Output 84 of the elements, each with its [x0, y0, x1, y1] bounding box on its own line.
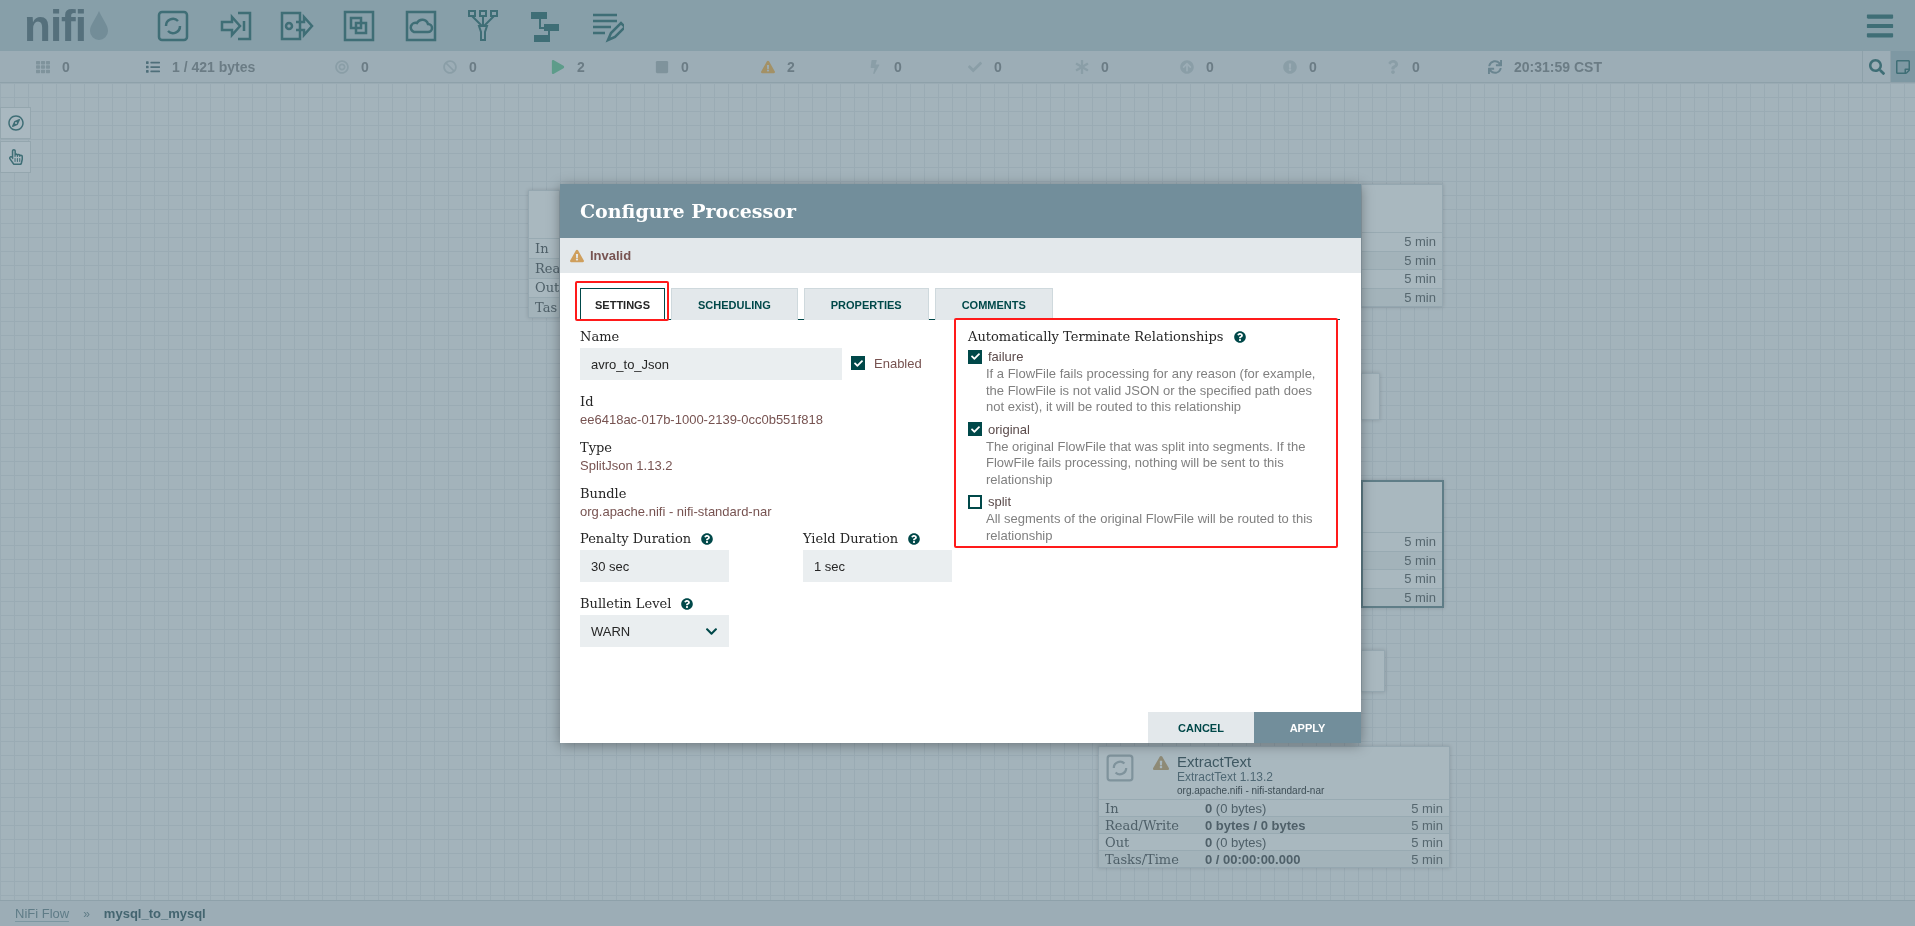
field-label: Penalty Duration	[580, 530, 692, 548]
cloud-frame-icon[interactable]	[404, 8, 438, 43]
stat-period: 5 min	[1411, 800, 1443, 816]
field-label: Id	[580, 393, 594, 411]
field-label: Bundle	[580, 485, 627, 503]
stat-label: In	[1105, 800, 1120, 816]
checkbox[interactable]	[968, 494, 982, 509]
processor-name: ExtractText	[1177, 753, 1253, 770]
input-field[interactable]: avro_to_Json	[580, 348, 842, 380]
stat-value: 0 / 00:00:00.000	[1205, 851, 1301, 867]
help-icon[interactable]	[908, 533, 921, 545]
stat-value: 0 (0 bytes)	[1205, 834, 1267, 850]
field-value: org.apache.nifi - nifi-standard-nar	[580, 503, 773, 520]
stat-period: 5 min	[1404, 534, 1436, 550]
warning-icon	[1153, 755, 1169, 771]
field-value: SplitJson 1.13.2	[580, 457, 674, 474]
dialog-title: Configure Processor	[580, 200, 796, 222]
stat-period: 5 min	[1404, 271, 1436, 287]
checkbox-label: Enabled	[874, 355, 922, 371]
search-icon	[1868, 58, 1885, 75]
tab[interactable]: COMMENTS	[934, 288, 1053, 320]
compass-button[interactable]	[0, 107, 31, 139]
stop-icon	[655, 59, 669, 74]
refresh-icon	[1488, 59, 1502, 74]
field-label: Name	[580, 328, 621, 346]
help-icon[interactable]	[701, 533, 714, 545]
stat-value: 0 bytes / 0 bytes	[1205, 817, 1306, 833]
field-value: ee6418ac-017b-1000-2139-0cc0b551f818	[580, 411, 824, 428]
circular-arrows-icon	[1105, 753, 1135, 783]
note-button[interactable]	[1890, 51, 1915, 82]
processor-type: ExtractText 1.13.2	[1177, 770, 1275, 784]
stat-period: 5 min	[1404, 589, 1436, 605]
relationship-description: The original FlowFile that was split into segments. If the FlowFile fails processing, nothing will be sent to this relationship	[986, 438, 1307, 488]
note-icon	[1895, 58, 1911, 75]
stat-label: Read/Write	[1105, 817, 1180, 833]
processor-bundle: org.apache.nifi - nifi-standard-nar	[1177, 784, 1325, 797]
stat-label: Out	[1105, 834, 1131, 850]
cancel-button[interactable]: CANCEL	[1148, 712, 1254, 743]
section-title: Automatically Terminate Relationships	[968, 328, 1224, 346]
stat-period: 5 min	[1404, 289, 1436, 305]
checkbox[interactable]	[968, 422, 982, 436]
field-label: Type	[580, 439, 613, 457]
relationship-description: All segments of the original FlowFile will be routed to this relationship	[986, 511, 1314, 544]
relationship-name: failure	[988, 349, 1024, 364]
relationship-name: split	[988, 494, 1012, 509]
pointer-hand-button[interactable]	[0, 141, 31, 173]
field-label: Bulletin Level	[580, 595, 672, 613]
relationship-description: If a FlowFile fails processing for any reason (for example, the FlowFile is not valid JSON or the specified path does not exist), it will be routed to this relationship	[986, 366, 1317, 416]
warning-icon	[761, 59, 775, 74]
status-text: Invalid	[590, 248, 632, 263]
grid-dots-icon	[36, 59, 50, 74]
checkbox[interactable]	[968, 349, 982, 364]
input-field[interactable]: 1 sec	[803, 550, 952, 582]
stacked-squares-icon[interactable]	[342, 8, 376, 43]
stat-period: 5 min	[1404, 571, 1436, 587]
funnel-icon[interactable]	[466, 8, 500, 43]
tab[interactable]: PROPERTIES	[803, 288, 929, 320]
help-icon[interactable]	[1233, 331, 1246, 343]
pointer-hand-icon	[7, 149, 24, 165]
stat-period: 5 min	[1404, 252, 1436, 268]
list-icon	[146, 59, 160, 74]
stat-value: 0 (0 bytes)	[1205, 800, 1267, 816]
compass-icon	[7, 115, 24, 131]
stat-label: Tas	[535, 300, 558, 316]
stat-label: Tasks/Time	[1105, 851, 1180, 867]
input-field[interactable]: 30 sec	[580, 550, 729, 582]
stat-period: 5 min	[1404, 552, 1436, 568]
breadcrumb-separator: »	[83, 906, 90, 921]
warning-icon	[570, 248, 584, 263]
select-field[interactable]: WARN	[580, 615, 729, 647]
circular-arrows-icon[interactable]	[156, 8, 190, 43]
stat-period: 5 min	[1404, 234, 1436, 250]
field-label: Yield Duration	[803, 530, 899, 548]
stat-period: 5 min	[1411, 834, 1443, 850]
relationship-name: original	[988, 421, 1030, 437]
stat-label: Rea	[535, 260, 559, 276]
tab[interactable]: SCHEDULING	[671, 288, 798, 320]
help-icon[interactable]	[681, 598, 694, 610]
stat-label: In	[535, 240, 549, 256]
checkbox[interactable]	[851, 356, 865, 370]
stat-period: 5 min	[1411, 817, 1443, 833]
stat-period: 5 min	[1411, 851, 1443, 867]
stat-label: Out	[535, 280, 559, 296]
play-icon	[551, 59, 565, 74]
